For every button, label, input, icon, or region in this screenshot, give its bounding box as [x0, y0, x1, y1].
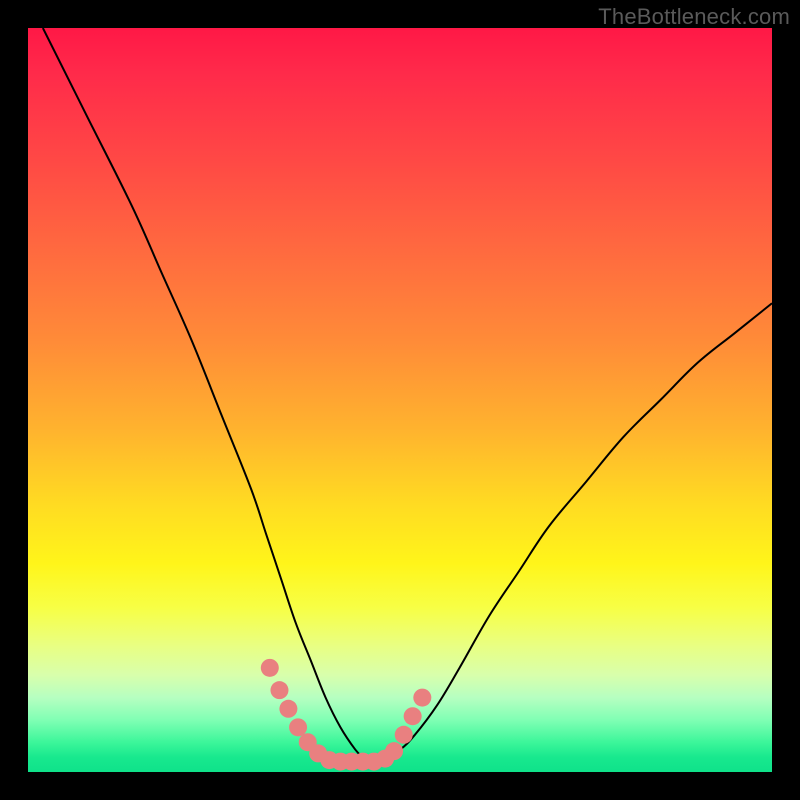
marker-dot — [395, 726, 413, 744]
marker-dot — [413, 689, 431, 707]
marker-dot — [270, 681, 288, 699]
marker-dot — [279, 700, 297, 718]
chart-plot-area — [28, 28, 772, 772]
marker-dot — [404, 707, 422, 725]
marker-dot — [289, 718, 307, 736]
watermark: TheBottleneck.com — [598, 4, 790, 30]
minimum-markers — [261, 659, 432, 771]
chart-svg — [28, 28, 772, 772]
marker-dot — [261, 659, 279, 677]
left-curve — [43, 28, 363, 757]
marker-dot — [385, 742, 403, 760]
